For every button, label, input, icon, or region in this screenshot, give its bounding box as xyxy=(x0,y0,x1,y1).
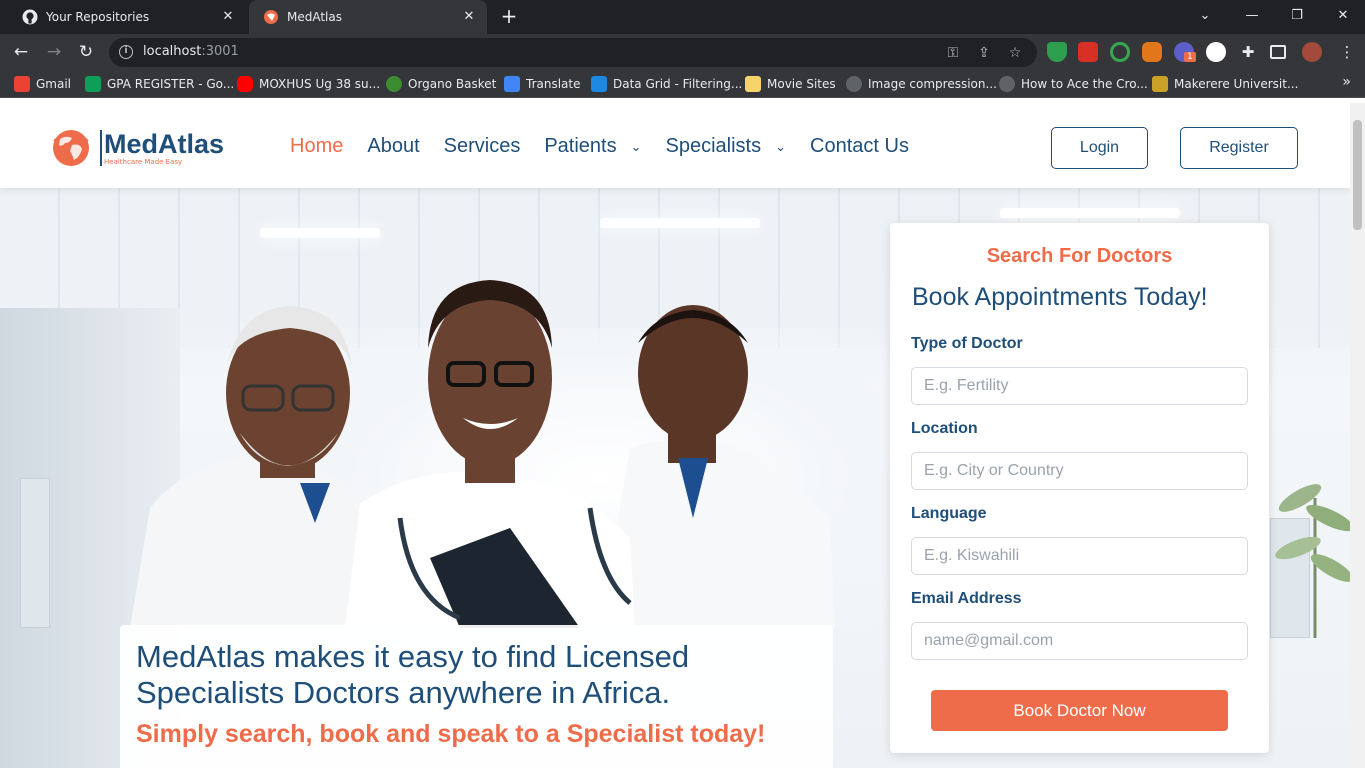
extension-badge-count: 1 xyxy=(1184,52,1196,62)
search-card-title: Book Appointments Today! xyxy=(912,283,1208,311)
extension-red-icon[interactable] xyxy=(1078,42,1098,62)
forward-icon[interactable]: → xyxy=(42,40,66,64)
shield-extension-icon[interactable] xyxy=(1047,42,1067,62)
close-tab-icon[interactable]: ✕ xyxy=(461,9,477,25)
nav-specialists[interactable]: Specialists ⌄ xyxy=(666,135,787,158)
hero-headline: MedAtlas makes it easy to find Licensed … xyxy=(136,639,690,710)
close-tab-icon[interactable]: ✕ xyxy=(220,9,236,25)
bookmark-image-compression[interactable]: Image compression... xyxy=(846,75,997,93)
book-doctor-now-button[interactable]: Book Doctor Now xyxy=(931,690,1228,731)
location-input[interactable] xyxy=(911,452,1248,490)
tab-title: Your Repositories xyxy=(46,10,150,24)
metamask-icon[interactable] xyxy=(1142,42,1162,62)
profile-avatar[interactable] xyxy=(1302,42,1322,62)
nav-contact-us[interactable]: Contact Us xyxy=(810,135,909,158)
tab-search-chevron-icon[interactable]: ⌄ xyxy=(1191,4,1219,28)
organo-icon xyxy=(386,76,402,92)
site-info-icon[interactable]: i xyxy=(119,45,133,59)
tab-your-repositories[interactable]: Your Repositories ✕ xyxy=(8,0,246,34)
type-of-doctor-label: Type of Doctor xyxy=(911,335,1023,352)
nav-home[interactable]: Home xyxy=(290,135,343,158)
mui-icon xyxy=(591,76,607,92)
bookmark-data-grid[interactable]: Data Grid - Filtering... xyxy=(591,75,742,93)
address-bar[interactable]: i localhost:3001 ⚿ ⇪ ☆ xyxy=(109,38,1037,67)
bookmark-movie-sites[interactable]: Movie Sites xyxy=(745,75,836,93)
bookmark-makerere[interactable]: Makerere Universit... xyxy=(1152,75,1298,93)
extension-ring-icon[interactable] xyxy=(1110,42,1130,62)
bookmark-gmail[interactable]: Gmail xyxy=(14,75,71,93)
close-window-icon[interactable]: ✕ xyxy=(1329,4,1357,28)
login-button[interactable]: Login xyxy=(1051,127,1148,169)
ceiling-light xyxy=(600,218,760,228)
scrollbar-thumb[interactable] xyxy=(1353,120,1362,230)
key-icon[interactable]: ⚿ xyxy=(944,44,962,62)
hero-text-card: MedAtlas makes it easy to find Licensed … xyxy=(120,625,833,768)
side-panel-icon[interactable] xyxy=(1270,45,1286,59)
translate-icon xyxy=(504,76,520,92)
tab-medatlas[interactable]: MedAtlas ✕ xyxy=(249,0,487,34)
bookmark-translate[interactable]: Translate xyxy=(504,75,581,93)
bookmark-gpa-register[interactable]: GPA REGISTER - Go... xyxy=(85,75,234,93)
search-card-kicker: Search For Doctors xyxy=(986,245,1173,267)
doctors-photo xyxy=(130,280,835,628)
ceiling-light xyxy=(1000,208,1180,218)
email-address-label: Email Address xyxy=(911,590,1022,607)
location-label: Location xyxy=(911,420,978,437)
language-input[interactable] xyxy=(911,537,1248,575)
globe-logo-icon xyxy=(53,130,89,166)
logo-name: MedAtlas xyxy=(104,129,225,159)
github-icon xyxy=(22,9,38,25)
github-icon xyxy=(846,76,862,92)
hero-background-door xyxy=(20,478,50,628)
back-icon[interactable]: ← xyxy=(9,40,33,64)
plant-decoration xyxy=(1275,484,1350,638)
nav-patients[interactable]: Patients ⌄ xyxy=(544,135,641,158)
chevron-down-icon: ⌄ xyxy=(775,138,787,154)
language-label: Language xyxy=(911,505,987,522)
extension-badge-icon[interactable]: 1 xyxy=(1174,42,1196,62)
nav-about[interactable]: About xyxy=(367,135,419,158)
register-button[interactable]: Register xyxy=(1180,127,1298,169)
makerere-icon xyxy=(1152,76,1168,92)
bookmark-star-icon[interactable]: ☆ xyxy=(1006,44,1024,62)
restore-icon[interactable]: ❐ xyxy=(1283,4,1311,28)
browser-menu-icon[interactable]: ⋮ xyxy=(1335,40,1359,64)
new-tab-icon[interactable]: + xyxy=(499,6,519,26)
logo-tagline: Healthcare Made Easy xyxy=(104,158,183,166)
minimize-icon[interactable]: — xyxy=(1238,4,1266,28)
hero-section: MedAtlas makes it easy to find Licensed … xyxy=(0,188,1350,768)
search-doctors-card: Search For Doctors Book Appointments Tod… xyxy=(890,223,1269,753)
browser-tabstrip: Your Repositories ✕ MedAtlas ✕ + ⌄ — ❐ ✕ xyxy=(0,0,1365,34)
type-of-doctor-input[interactable] xyxy=(911,367,1248,405)
tab-title: MedAtlas xyxy=(287,10,342,24)
link-icon xyxy=(999,76,1015,92)
email-field[interactable] xyxy=(911,622,1248,660)
bookmarks-bar: Gmail GPA REGISTER - Go... MOXHUS Ug 38 … xyxy=(0,70,1365,98)
bookmark-how-to-ace[interactable]: How to Ace the Cro... xyxy=(999,75,1148,93)
extensions-puzzle-icon[interactable]: ✚ xyxy=(1238,42,1258,62)
web-page: MedAtlas Healthcare Made Easy Home About… xyxy=(0,103,1350,768)
folder-icon xyxy=(745,76,761,92)
chevron-down-icon: ⌄ xyxy=(630,138,642,154)
page-scrollbar[interactable] xyxy=(1350,103,1365,768)
browser-toolbar: ← → ↻ i localhost:3001 ⚿ ⇪ ☆ 1 ✚ ⋮ xyxy=(0,34,1365,70)
site-header: MedAtlas Healthcare Made Easy Home About… xyxy=(0,103,1350,188)
ceiling-light xyxy=(260,228,380,238)
medatlas-favicon-icon xyxy=(263,9,279,25)
main-nav: Home About Services Patients ⌄ Specialist… xyxy=(290,135,933,158)
gmail-icon xyxy=(14,76,30,92)
bookmark-moxhus[interactable]: MOXHUS Ug 38 su... xyxy=(237,75,380,93)
youtube-icon xyxy=(237,76,253,92)
site-logo[interactable]: MedAtlas Healthcare Made Easy xyxy=(50,127,224,169)
sheets-icon xyxy=(85,76,101,92)
bookmark-organo-basket[interactable]: Organo Basket xyxy=(386,75,496,93)
nav-services[interactable]: Services xyxy=(444,135,521,158)
extension-white-icon[interactable] xyxy=(1206,42,1226,62)
hero-subheadline: Simply search, book and speak to a Speci… xyxy=(136,720,766,748)
url-text: localhost:3001 xyxy=(143,44,239,59)
reload-icon[interactable]: ↻ xyxy=(74,40,98,64)
logo-text: MedAtlas Healthcare Made Easy xyxy=(100,130,224,166)
share-icon[interactable]: ⇪ xyxy=(975,44,993,62)
more-bookmarks-icon[interactable]: » xyxy=(1342,74,1351,90)
